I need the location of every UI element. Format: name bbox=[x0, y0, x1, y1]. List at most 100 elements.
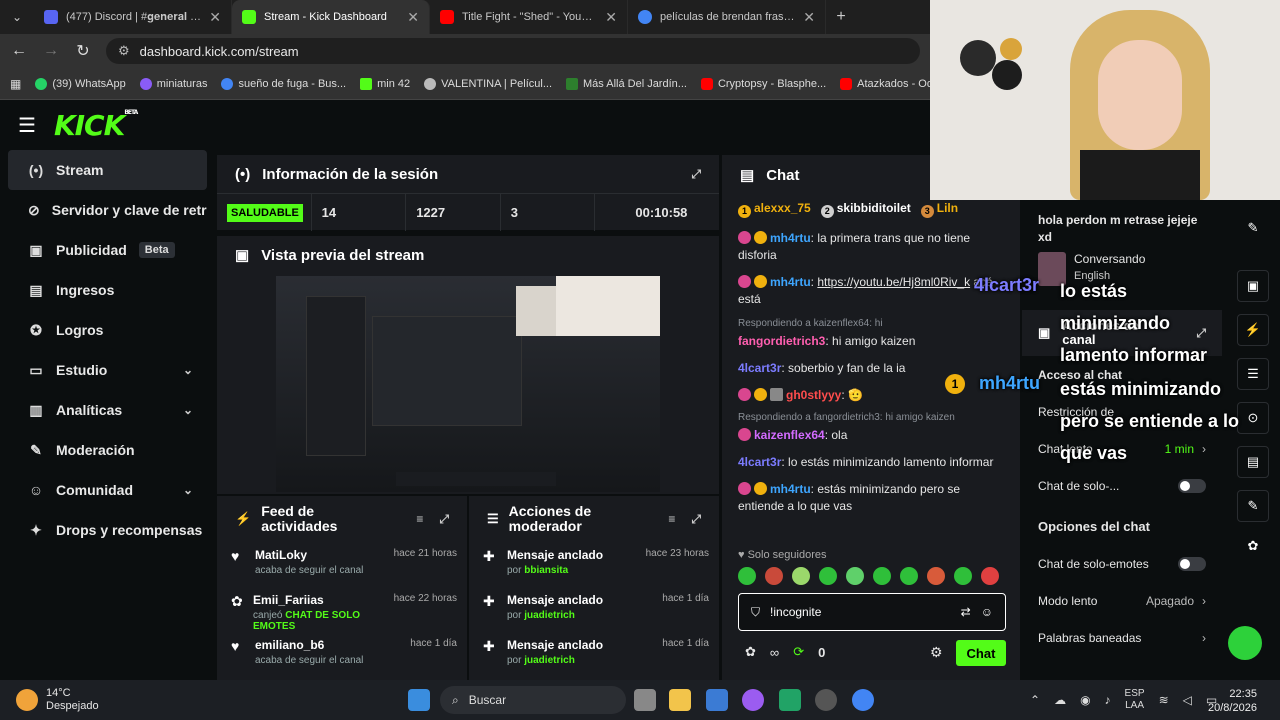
expand-icon[interactable]: ⤢ bbox=[439, 512, 449, 527]
windows-start-icon[interactable] bbox=[408, 689, 430, 711]
sidebar-item-moderation[interactable]: ✎ Moderación bbox=[8, 430, 207, 470]
browser-tab-kick[interactable]: Stream - Kick Dashboard ✕ bbox=[232, 0, 430, 34]
new-tab-button[interactable]: + bbox=[826, 8, 856, 26]
emote-icon[interactable] bbox=[792, 567, 810, 585]
url-field[interactable]: ⚙ dashboard.kick.com/stream bbox=[106, 38, 920, 64]
close-icon[interactable]: ✕ bbox=[209, 9, 221, 26]
emote-icon[interactable] bbox=[954, 567, 972, 585]
top-user[interactable]: 1 alexxx_75 bbox=[738, 201, 811, 218]
shield-icon[interactable]: ⛉ bbox=[751, 605, 760, 620]
list-icon[interactable]: ☰ bbox=[1237, 358, 1269, 390]
toggle-switch[interactable] bbox=[1178, 556, 1206, 571]
emote-icon[interactable] bbox=[927, 567, 945, 585]
close-icon[interactable]: ✕ bbox=[407, 9, 419, 26]
translate-icon[interactable]: ⇄ bbox=[961, 605, 971, 619]
bookmark-min-42[interactable]: min 42 bbox=[360, 77, 410, 90]
excel-icon[interactable] bbox=[779, 689, 801, 711]
close-icon[interactable]: ✕ bbox=[605, 9, 617, 26]
chat-message[interactable]: fangordietrich3: hi amigo kaizen bbox=[722, 331, 1020, 352]
expand-icon[interactable]: ⤢ bbox=[691, 167, 701, 182]
app-icon[interactable]: ◉ bbox=[1080, 693, 1090, 707]
taskbar-search[interactable]: ⌕ Buscar bbox=[440, 686, 626, 714]
bookmark-sueno-de-fuga[interactable]: sueño de fuga - Bus... bbox=[221, 77, 346, 90]
reward-icon[interactable]: ✿ bbox=[745, 644, 756, 660]
cloud-icon[interactable]: ☁ bbox=[1054, 693, 1066, 707]
copilot-icon[interactable] bbox=[742, 689, 764, 711]
language-indicator[interactable]: ESP LAA bbox=[1125, 688, 1145, 712]
chat-message[interactable]: mh4rtu: la primera trans que no tiene di… bbox=[722, 228, 1020, 266]
chevron-up-icon[interactable]: ⌃ bbox=[1030, 693, 1040, 707]
emote-icon[interactable] bbox=[765, 567, 783, 585]
chat-message[interactable]: gh0stlyyy: 🫡 bbox=[722, 385, 1020, 406]
bookmark-mas-alla[interactable]: Más Allá Del Jardín... bbox=[566, 77, 687, 90]
slow-mode-option[interactable]: Modo lento Apagado › bbox=[1022, 582, 1222, 619]
chat-message[interactable]: mh4rtu: estás minimizando pero se entien… bbox=[722, 479, 1020, 517]
reply-context[interactable]: Respondiendo a kaizenflex64: hi bbox=[722, 316, 1020, 331]
tab-list-chevron-icon[interactable]: ⌄ bbox=[0, 10, 34, 24]
sidebar-item-community[interactable]: ☺ Comunidad ⌄ bbox=[8, 470, 207, 510]
chat-message[interactable]: 4lcart3r: soberbio y fan de la ia bbox=[722, 358, 1020, 379]
filter-icon[interactable]: ≡ bbox=[668, 512, 675, 526]
browser-tab-google[interactable]: películas de brendan fraser - Bu...✕ bbox=[628, 0, 826, 34]
sidebar-item-ads[interactable]: ▣ Publicidad Beta bbox=[8, 230, 207, 270]
volume-icon[interactable]: ◁ bbox=[1183, 693, 1192, 707]
chat-input[interactable]: ⛉ !incognite ⇄ ☺ bbox=[738, 593, 1006, 631]
weather-widget[interactable]: 14°C Despejado bbox=[0, 687, 99, 713]
sidebar-item-stream[interactable]: (•) Stream bbox=[8, 150, 207, 190]
kick-logo[interactable]: KICKBETA bbox=[54, 109, 138, 142]
browser-tab-youtube[interactable]: Title Fight - "Shed" - YouTube ✕ bbox=[430, 0, 628, 34]
settings-gear-icon[interactable]: ⚙ bbox=[930, 644, 943, 661]
file-explorer-icon[interactable] bbox=[669, 689, 691, 711]
mic-icon[interactable]: ♪ bbox=[1105, 693, 1111, 707]
banned-words-option[interactable]: Palabras baneadas › bbox=[1022, 619, 1222, 656]
emote-icon[interactable] bbox=[900, 567, 918, 585]
top-user[interactable]: 3 Liln bbox=[920, 201, 958, 218]
emoji-icon[interactable]: ☺ bbox=[981, 605, 993, 619]
sidebar-item-studio[interactable]: ▭ Estudio ⌄ bbox=[8, 350, 207, 390]
sidebar-item-drops[interactable]: ✦ Drops y recompensas bbox=[8, 510, 207, 550]
clock[interactable]: 22:35 20/8/2026 bbox=[1208, 687, 1257, 715]
menu-icon[interactable]: ☰ bbox=[18, 113, 36, 138]
bookmark-cryptopsy[interactable]: Cryptopsy - Blasphe... bbox=[700, 77, 826, 90]
wifi-icon[interactable]: ≋ bbox=[1159, 693, 1169, 707]
layout-icon[interactable]: ▤ bbox=[1237, 446, 1269, 478]
emote-icon[interactable] bbox=[819, 567, 837, 585]
obs-icon[interactable] bbox=[815, 689, 837, 711]
forward-arrow-icon[interactable]: → bbox=[42, 42, 60, 60]
top-user[interactable]: 2 skibbiditoilet bbox=[820, 201, 911, 218]
reply-context[interactable]: Respondiendo a fangordietrich3: hi amigo… bbox=[722, 410, 1020, 425]
filter-icon[interactable]: ≡ bbox=[416, 512, 423, 526]
expand-icon[interactable]: ⤢ bbox=[691, 512, 701, 527]
emote-icon[interactable] bbox=[846, 567, 864, 585]
edit-icon[interactable]: ✎ bbox=[1237, 212, 1269, 244]
site-info-icon[interactable]: ⚙ bbox=[118, 43, 130, 59]
bolt-icon[interactable]: ⚡ bbox=[1237, 314, 1269, 346]
bookmark-miniaturas[interactable]: miniaturas bbox=[139, 77, 207, 90]
channel-icon[interactable]: ▣ bbox=[1237, 270, 1269, 302]
apps-grid-icon[interactable]: ▦ bbox=[10, 77, 21, 91]
infinity-icon[interactable]: ∞ bbox=[770, 645, 779, 660]
sidebar-item-server[interactable]: ⊘Servidor y clave de retransmisión bbox=[8, 190, 207, 230]
chrome-icon[interactable] bbox=[852, 689, 874, 711]
sidebar-item-achievements[interactable]: ✪ Logros bbox=[8, 310, 207, 350]
toggle-switch[interactable] bbox=[1178, 478, 1206, 493]
solo-chat-option[interactable]: Chat de solo-... bbox=[1022, 467, 1222, 504]
sidebar-item-revenue[interactable]: ▤ Ingresos bbox=[8, 270, 207, 310]
wrench-icon[interactable]: ✎ bbox=[1237, 490, 1269, 522]
sidebar-item-analytics[interactable]: ▥ Analíticas ⌄ bbox=[8, 390, 207, 430]
emote-icon[interactable] bbox=[738, 567, 756, 585]
chat-message[interactable]: 4lcart3r: lo estás minimizando lamento i… bbox=[722, 452, 1020, 473]
bookmark-valentina[interactable]: VALENTINA | Películ... bbox=[424, 77, 552, 90]
stream-preview-video[interactable] bbox=[276, 276, 660, 492]
send-chat-button[interactable]: Chat bbox=[956, 640, 1006, 666]
chat-message[interactable]: kaizenflex64: ola bbox=[722, 425, 1020, 446]
close-icon[interactable]: ✕ bbox=[803, 9, 815, 26]
back-arrow-icon[interactable]: ← bbox=[10, 42, 28, 60]
store-icon[interactable] bbox=[706, 689, 728, 711]
reload-icon[interactable]: ↻ bbox=[74, 41, 92, 61]
task-view-icon[interactable] bbox=[634, 689, 656, 711]
broadcast-icon[interactable]: ⊙ bbox=[1237, 402, 1269, 434]
bookmark-whatsapp[interactable]: (39) WhatsApp bbox=[35, 77, 126, 90]
support-headset-icon[interactable] bbox=[1228, 626, 1262, 660]
emote-only-option[interactable]: Chat de solo-emotes bbox=[1022, 545, 1222, 582]
